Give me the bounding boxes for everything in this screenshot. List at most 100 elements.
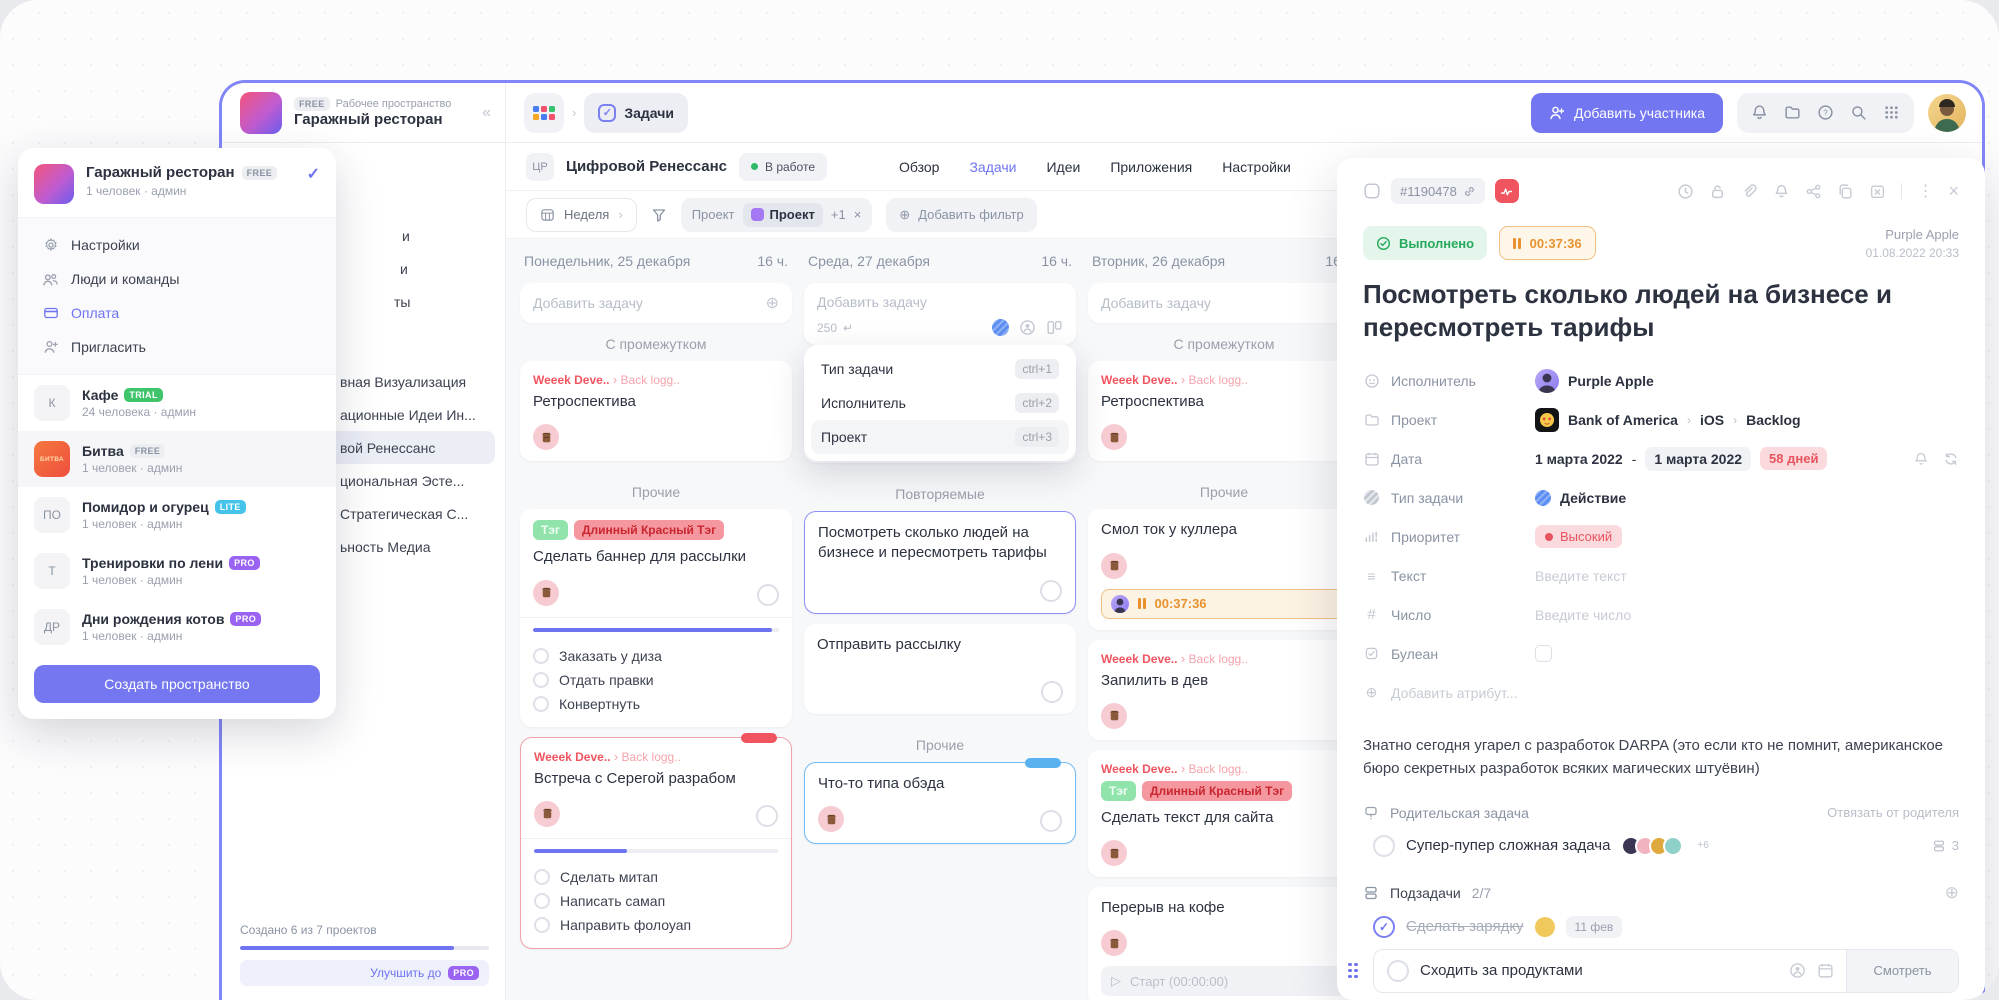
archive-icon[interactable] (1869, 183, 1886, 200)
open-subtask-button[interactable]: Смотреть (1846, 950, 1958, 992)
task-card-sitetext[interactable]: Weeek Deve.. › Back logg.. Тэг Длинный К… (1088, 750, 1360, 877)
card-subtask[interactable]: Написать самап (534, 889, 778, 913)
subtask-row-done[interactable]: ✓ Сделать зарядку 11 фев (1373, 916, 1959, 938)
menu-item-people[interactable]: Люди и команды (18, 262, 336, 296)
menu-item-assignee[interactable]: Исполнительctrl+2 (811, 386, 1069, 420)
sidebar-item-fragment[interactable]: и (400, 261, 408, 277)
complete-task-circle[interactable] (1040, 580, 1062, 602)
task-card-banner[interactable]: Тэг Длинный Красный Тэг Сделать баннер д… (520, 509, 792, 726)
start-timer-button[interactable]: ▷ Старт (00:00:00) (1101, 966, 1347, 996)
collapse-sidebar-icon[interactable]: « (482, 104, 491, 122)
assignee-icon[interactable] (1789, 962, 1806, 979)
filter-chip-project[interactable]: Проект (743, 203, 823, 227)
subtask-done-check[interactable]: ✓ (1373, 916, 1395, 938)
sidebar-item-fragment[interactable]: ты (394, 294, 410, 310)
add-attribute-row[interactable]: ⊕Добавить атрибут... (1363, 673, 1959, 712)
task-card-coffee[interactable]: Перерыв на кофе ▷ Старт (00:00:00) (1088, 887, 1360, 1000)
card-subtask[interactable]: Направить фолоуап (534, 913, 778, 937)
workspace-item-birthdays[interactable]: ДР Дни рождения котовPRO 1 человек · адм… (18, 599, 336, 655)
add-task-input-expanded[interactable]: Добавить задачу 250 ↵ (804, 283, 1076, 345)
workspace-switcher[interactable]: FREEРабочее пространство Гаражный рестор… (222, 83, 506, 142)
task-card-deploy[interactable]: Weeek Deve.. › Back logg.. Запилить в де… (1088, 640, 1360, 740)
menu-item-billing[interactable]: Оплата (18, 296, 336, 330)
notifications-icon[interactable] (1773, 183, 1790, 200)
repeat-icon[interactable] (1943, 451, 1959, 467)
attachment-icon[interactable] (1741, 183, 1758, 200)
timer-icon[interactable] (1677, 183, 1694, 200)
task-card-retro[interactable]: Weeek Deve.. › Back logg.. Ретроспектива (1088, 361, 1360, 461)
project-status-pill[interactable]: В работе (739, 153, 827, 181)
task-id-pill[interactable]: #1190478 (1391, 178, 1485, 204)
task-description[interactable]: Знатно сегодня угарел с разработок DARPA… (1363, 734, 1953, 781)
card-subtask[interactable]: Сделать митап (534, 865, 778, 889)
field-assignee[interactable]: Исполнитель Purple Apple (1363, 361, 1959, 400)
task-card-retro[interactable]: Weeek Deve.. › Back logg.. Ретроспектива (520, 361, 792, 461)
subtask-row-hovered[interactable]: Сходить за продуктами Смотреть (1373, 949, 1959, 993)
card-subtask[interactable]: Отдать правки (533, 668, 779, 692)
field-priority[interactable]: Приоритет Высокий (1363, 517, 1959, 556)
card-subtask[interactable]: Конвертнуть (533, 692, 779, 716)
tab-apps[interactable]: Приложения (1110, 159, 1192, 175)
task-card-smalltalk[interactable]: Смол ток у куллера 00:37:36 (1088, 509, 1360, 629)
task-card-tariffs-selected[interactable]: Посмотреть сколько людей на бизнесе и пе… (804, 511, 1076, 614)
field-project[interactable]: Проект Bank of America › iOS › Backlog (1363, 400, 1959, 439)
period-selector[interactable]: Неделя › (526, 198, 637, 232)
menu-item-project[interactable]: Проектctrl+3 (811, 420, 1069, 454)
tab-settings[interactable]: Настройки (1222, 159, 1291, 175)
drag-handle[interactable] (1348, 963, 1358, 979)
field-task-type[interactable]: Тип задачи Действие (1363, 478, 1959, 517)
add-task-input[interactable]: Добавить задачу (1088, 283, 1360, 323)
menu-item-invite[interactable]: Пригласить (18, 330, 336, 364)
status-done-pill[interactable]: Выполнено (1363, 226, 1487, 260)
upgrade-link[interactable]: Улучшить до PRO (240, 960, 489, 986)
field-text[interactable]: ≡Текст Введите текст (1363, 556, 1959, 595)
date-reminder-icon[interactable] (1913, 451, 1929, 467)
recurring-task-icon[interactable] (1495, 179, 1519, 203)
apps-dots-icon[interactable] (1883, 104, 1900, 121)
sidebar-item-fragment[interactable]: и (402, 228, 410, 244)
workspace-item-tomato[interactable]: ПО Помидор и огурецLITE 1 человек · адми… (18, 487, 336, 543)
tab-tasks[interactable]: Задачи (969, 159, 1016, 175)
field-boolean[interactable]: Булеан (1363, 634, 1959, 673)
tab-ideas[interactable]: Идеи (1046, 159, 1080, 175)
user-avatar[interactable] (1928, 94, 1966, 132)
filter-funnel-icon[interactable] (651, 207, 667, 223)
add-member-button[interactable]: Добавить участника (1531, 93, 1723, 133)
plus-circle-icon[interactable]: ⊕ (766, 293, 779, 313)
help-icon[interactable]: ? (1817, 104, 1834, 121)
menu-item-task-type[interactable]: Тип задачиctrl+1 (811, 352, 1069, 386)
workspace-item-training[interactable]: Т Тренировки по лениPRO 1 человек · адми… (18, 543, 336, 599)
close-panel-icon[interactable]: × (1948, 181, 1959, 202)
menu-item-settings[interactable]: Настройки (18, 228, 336, 262)
current-workspace-row[interactable]: Гаражный ресторан FREE 1 человек · админ… (18, 148, 336, 217)
field-number[interactable]: #Число Введите число (1363, 595, 1959, 634)
task-card-meeting[interactable]: Weeek Deve.. › Back logg.. Встреча с Сер… (520, 737, 792, 949)
complete-task-circle[interactable] (1041, 681, 1063, 703)
parent-task-row[interactable]: Супер-пупер сложная задача +6 3 (1373, 835, 1959, 857)
add-task-input[interactable]: Добавить задачу ⊕ (520, 283, 792, 323)
add-subtask-icon[interactable]: ⊕ (1945, 883, 1959, 903)
task-card-lunch[interactable]: Что-то типа обэда (804, 762, 1076, 844)
duplicate-icon[interactable] (1837, 183, 1854, 200)
remove-filter-icon[interactable]: × (854, 207, 862, 222)
workspace-item-cafe[interactable]: К КафеTRIAL 24 человека · админ (18, 375, 336, 431)
task-card-mailing[interactable]: Отправить рассылку (804, 624, 1076, 714)
tab-overview[interactable]: Обзор (899, 159, 939, 175)
complete-task-circle[interactable] (1373, 835, 1395, 857)
complete-task-circle[interactable] (1387, 960, 1409, 982)
folder-icon[interactable] (1784, 104, 1801, 121)
assignee-icon[interactable] (1019, 319, 1036, 336)
apps-grid-button[interactable] (524, 93, 564, 133)
lock-icon[interactable] (1709, 183, 1726, 200)
bell-icon[interactable] (1751, 104, 1768, 121)
workspace-item-bitva[interactable]: БИТВА БитваFREE 1 человек · админ (18, 431, 336, 487)
more-menu-icon[interactable]: ⋮ (1917, 181, 1933, 201)
card-subtask[interactable]: Заказать у диза (533, 644, 779, 668)
project-name[interactable]: Цифровой Ренессанс (566, 158, 727, 175)
field-date[interactable]: Дата 1 марта 2022 - 1 марта 2022 58 дней (1363, 439, 1959, 478)
complete-task-circle[interactable] (1040, 810, 1062, 832)
active-filter-group[interactable]: Проект Проект +1 × (681, 198, 873, 232)
task-title[interactable]: Посмотреть сколько людей на бизнесе и пе… (1363, 278, 1923, 343)
task-checkbox-icon[interactable] (1363, 182, 1381, 200)
timer-pill[interactable]: 00:37:36 (1499, 226, 1596, 260)
